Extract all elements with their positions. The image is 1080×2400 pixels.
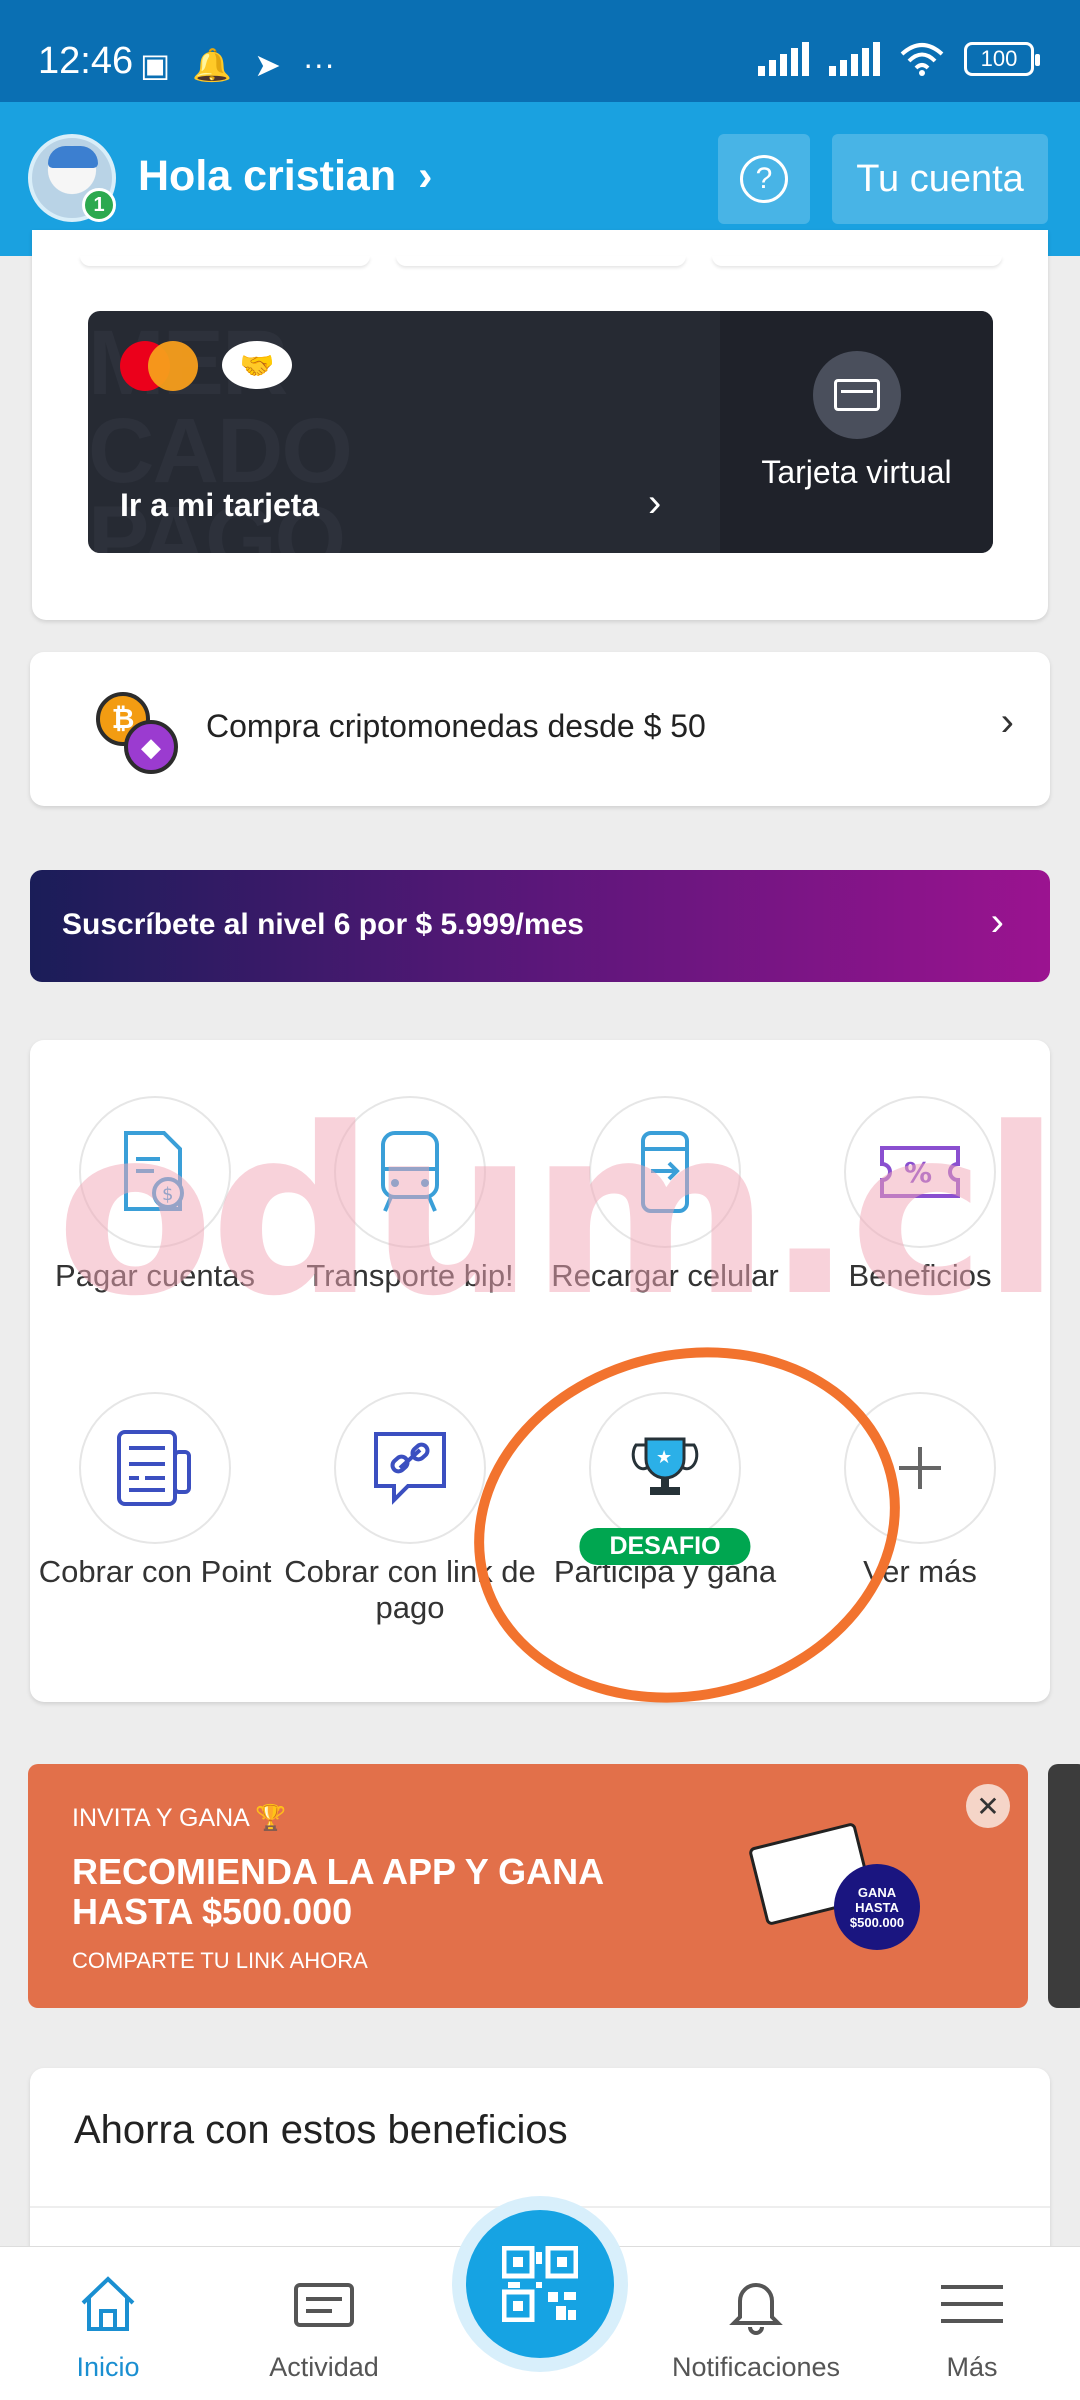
avatar-level-badge: 1 <box>82 188 116 222</box>
debit-card-widget: MERCADOPAGO 🤝 Ir a mi tarjeta › Tarjeta … <box>88 311 993 553</box>
wifi-icon <box>900 43 944 76</box>
virtual-card-icon-wrap <box>812 351 901 439</box>
subscription-banner[interactable]: Suscríbete al nivel 6 por $ 5.999/mes › <box>30 870 1050 982</box>
prize-line: $500.000 <box>849 1914 905 1930</box>
bill-icon: $ <box>79 1096 231 1248</box>
svg-text:$: $ <box>162 1184 173 1205</box>
avatar[interactable]: 1 <box>28 134 116 222</box>
invite-kicker: INVITA Y GANA 🏆 <box>72 1804 287 1832</box>
challenge-badge: DESAFIO <box>579 1528 751 1565</box>
svg-text:%: % <box>904 1156 932 1189</box>
shortcut-label: Pagar cuentas <box>55 1258 255 1293</box>
shortcut-transport[interactable]: Transporte bip! <box>280 1096 540 1294</box>
nav-activity[interactable]: Actividad <box>216 2273 432 2383</box>
home-icon <box>81 2276 135 2331</box>
status-right: 100 <box>758 42 1040 76</box>
collapsed-cards <box>80 256 1002 266</box>
chevron-right-icon: › <box>418 152 433 200</box>
bell-icon <box>729 2283 783 2335</box>
chevron-right-icon[interactable]: › <box>648 481 661 526</box>
subscription-label: Suscríbete al nivel 6 por $ 5.999/mes <box>62 908 584 941</box>
nav-notifications[interactable]: Notificaciones <box>648 2273 864 2383</box>
status-notification-icons: ▣ 🔔 ➤ ··· <box>140 46 335 84</box>
shortcut-benefits[interactable]: % Beneficios <box>790 1096 1050 1294</box>
bus-icon <box>334 1096 486 1248</box>
point-device-icon <box>79 1392 231 1544</box>
link-icon <box>334 1392 486 1544</box>
hamburger-icon <box>941 2285 1003 2323</box>
qr-code-icon <box>502 2246 578 2322</box>
nav-label: Inicio <box>76 2352 140 2382</box>
shortcut-label: Ver más <box>863 1554 977 1589</box>
chevron-right-icon: › <box>1000 700 1014 744</box>
telegram-icon: ➤ <box>254 47 281 83</box>
greeting-link[interactable]: Hola cristian › <box>138 152 432 201</box>
shortcuts-card: $ Pagar cuentas Transporte bip! Recargar… <box>30 1040 1050 1702</box>
shortcut-pay-bills[interactable]: $ Pagar cuentas <box>25 1096 285 1294</box>
help-button[interactable]: ? <box>718 134 810 224</box>
status-bar: 12:46 ▣ 🔔 ➤ ··· 100 <box>0 0 1080 102</box>
mastercard-logo <box>120 341 200 391</box>
avatar-hat <box>48 146 98 168</box>
status-time: 12:46 <box>38 40 134 82</box>
shortcut-see-more[interactable]: Ver más <box>790 1392 1050 1590</box>
credit-card-icon <box>833 379 880 411</box>
prize-line: HASTA <box>855 1899 899 1915</box>
shortcut-label: Cobrar con Point <box>38 1554 272 1589</box>
virtual-card-label: Tarjeta virtual <box>761 454 952 490</box>
crypto-promo-card[interactable]: ₿ ◆ Compra criptomonedas desde $ 50 › <box>30 652 1050 806</box>
prize-badge: GANA HASTA $500.000 <box>834 1864 920 1950</box>
invite-headline: RECOMIENDA LA APP Y GANA HASTA $500.000 <box>72 1851 603 1932</box>
battery-icon: 100 <box>964 42 1040 76</box>
more-dots: ··· <box>302 46 335 82</box>
handshake-logo-icon: 🤝 <box>222 341 292 389</box>
signal-icon-2 <box>829 42 880 76</box>
close-icon[interactable]: ✕ <box>966 1784 1010 1828</box>
next-banner-peek[interactable] <box>1048 1764 1080 2008</box>
chevron-right-icon: › <box>990 900 1004 944</box>
nav-home[interactable]: Inicio <box>0 2273 216 2383</box>
qr-scan-button[interactable] <box>466 2210 614 2358</box>
shortcut-label: Beneficios <box>848 1258 992 1293</box>
robot-icon: ▣ <box>140 47 171 83</box>
trophy-icon: ★ <box>589 1392 741 1544</box>
bell-icon: 🔔 <box>192 47 233 83</box>
invite-banner[interactable]: INVITA Y GANA 🏆 RECOMIENDA LA APP Y GANA… <box>28 1764 1028 2008</box>
activity-icon <box>294 2283 354 2327</box>
greeting-text: Hola cristian <box>138 152 397 200</box>
svg-text:★: ★ <box>656 1447 672 1468</box>
signal-icon <box>758 42 809 76</box>
shortcut-challenge[interactable]: ★ DESAFIO Participa y gana <box>535 1392 795 1590</box>
shortcut-payment-link[interactable]: Cobrar con link de pago <box>280 1392 540 1626</box>
help-icon: ? <box>740 155 788 203</box>
nav-label: Más <box>946 2352 998 2382</box>
shortcut-label: Recargar celular <box>551 1258 779 1293</box>
go-to-card-link[interactable]: Ir a mi tarjeta <box>120 487 319 524</box>
virtual-card-button[interactable]: Tarjeta virtual <box>720 311 993 553</box>
ethereum-icon: ◆ <box>124 720 178 774</box>
plus-icon <box>844 1392 996 1544</box>
shortcut-phone-topup[interactable]: Recargar celular <box>535 1096 795 1294</box>
benefits-title: Ahorra con estos beneficios <box>74 2108 568 2152</box>
shortcut-label: Transporte bip! <box>306 1258 514 1293</box>
crypto-label: Compra criptomonedas desde $ 50 <box>206 708 706 744</box>
invite-sub: COMPARTE TU LINK AHORA <box>72 1948 368 1973</box>
nav-label: Notificaciones <box>671 2352 841 2382</box>
nav-label: Actividad <box>269 2352 379 2382</box>
prize-line: GANA <box>857 1884 897 1900</box>
discount-ticket-icon: % <box>844 1096 996 1248</box>
phone-recharge-icon <box>589 1096 741 1248</box>
account-button[interactable]: Tu cuenta <box>832 134 1048 224</box>
shortcut-charge-point[interactable]: Cobrar con Point <box>25 1392 285 1590</box>
nav-more[interactable]: Más <box>864 2273 1080 2383</box>
shortcut-label: Cobrar con link de pago <box>284 1554 536 1625</box>
